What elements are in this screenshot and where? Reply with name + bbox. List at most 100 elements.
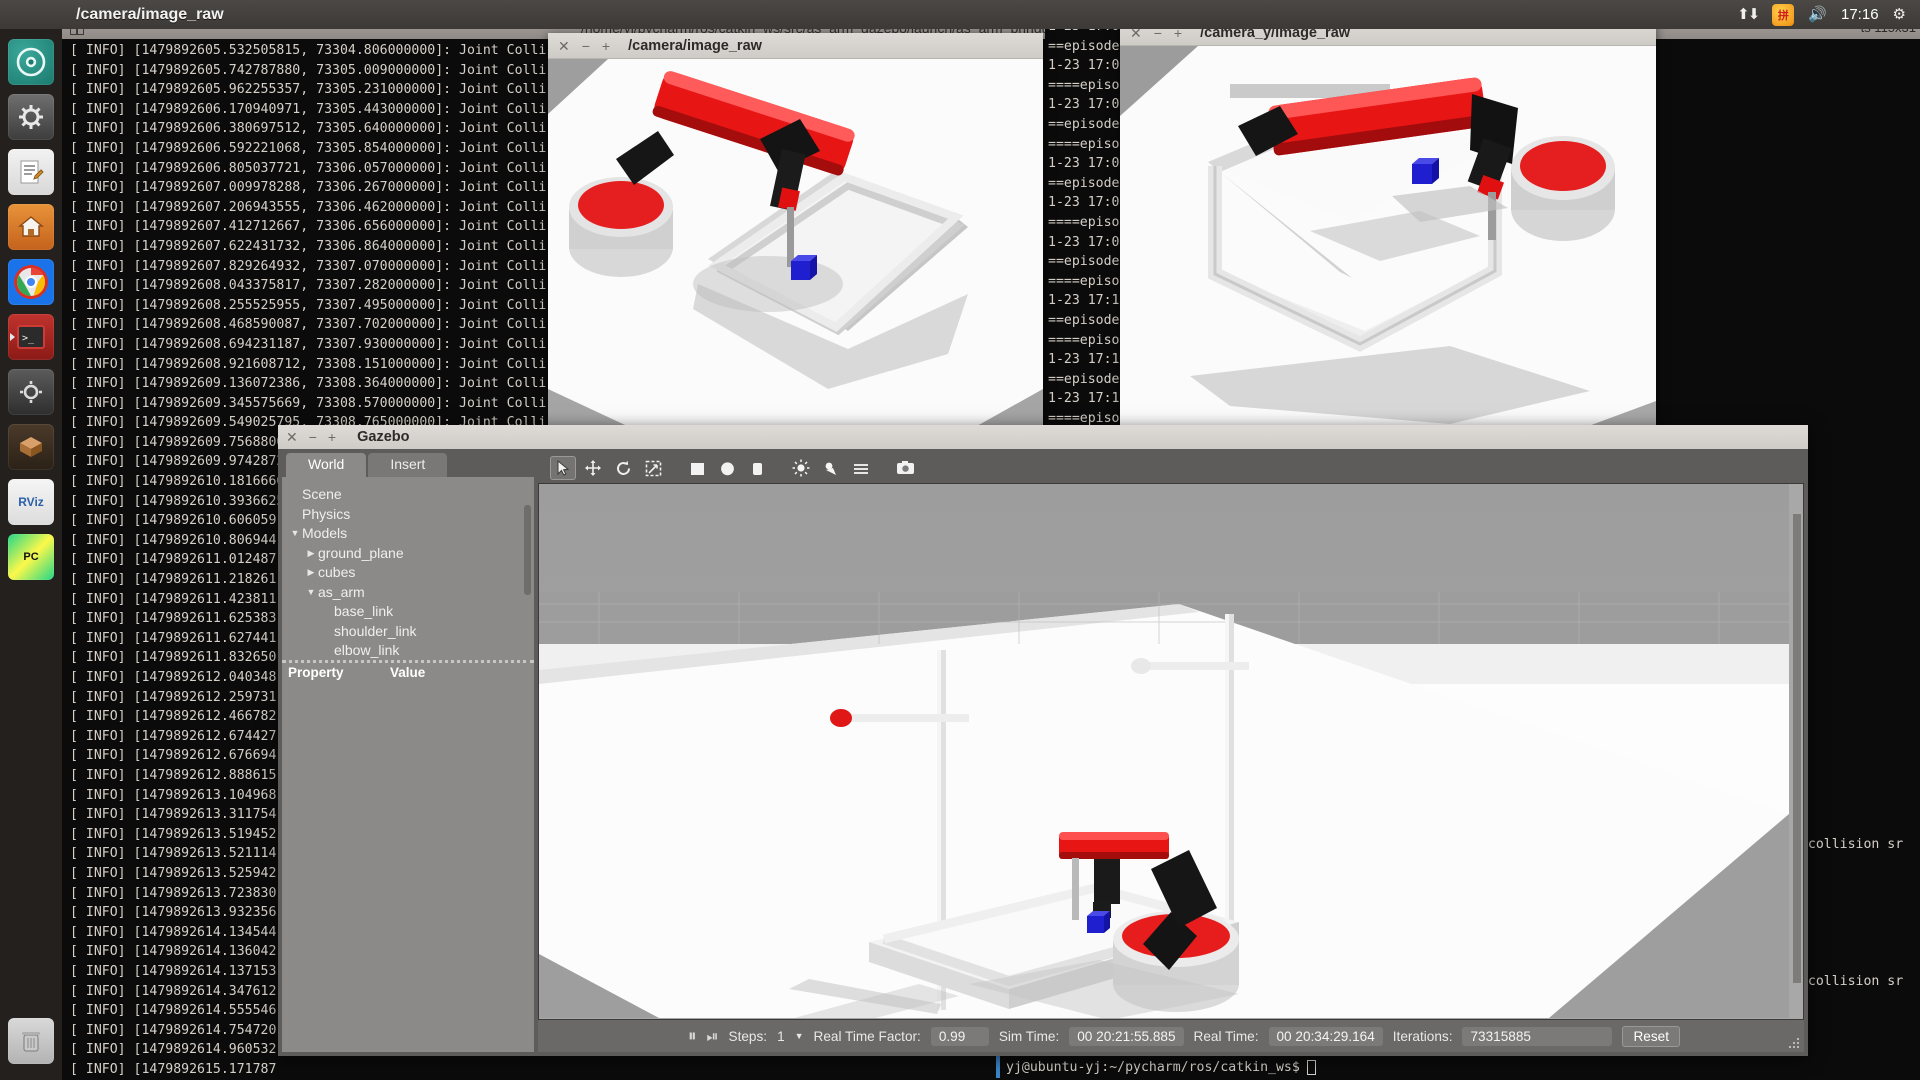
tree-scrollbar[interactable]: [524, 505, 531, 595]
files-icon[interactable]: [8, 204, 54, 250]
translate-mode-icon[interactable]: [580, 456, 606, 480]
unity-top-panel[interactable]: /camera/image_raw ⬆⬇ 拼 🔊 17:16 ⚙: [0, 0, 1920, 29]
tree-item-label: Models: [302, 525, 348, 541]
maximize-icon[interactable]: +: [602, 39, 610, 53]
sim-time-value: 00 20:21:55.885: [1069, 1026, 1184, 1046]
system-settings-icon[interactable]: [8, 94, 54, 140]
gazebo-window[interactable]: ✕ − + Gazebo World Insert Scene Physics ▼ M…: [278, 425, 1808, 1056]
steps-label: Steps:: [728, 1028, 768, 1044]
real-time-label: Real Time:: [1193, 1028, 1259, 1044]
tree-item-label: elbow_link: [334, 642, 400, 658]
tree-item-label: cubes: [318, 564, 356, 580]
spot-light-icon[interactable]: [818, 456, 844, 480]
tree-item-shoulder_link[interactable]: shoulder_link: [282, 622, 534, 642]
collision-terminal-output: k_collision sr k_collision sr k_collisio…: [1792, 796, 1920, 1080]
system-tray[interactable]: ⬆⬇ 拼 🔊 17:16 ⚙: [1737, 3, 1920, 26]
trash-icon[interactable]: [8, 1018, 54, 1064]
rtf-label: Real Time Factor:: [813, 1028, 921, 1044]
directional-light-icon[interactable]: [848, 456, 874, 480]
tab-world[interactable]: World: [286, 453, 367, 477]
volume-icon[interactable]: 🔊: [1808, 7, 1827, 22]
tree-expander-icon[interactable]: ▶: [304, 563, 318, 583]
tree-item-Scene[interactable]: Scene: [282, 485, 534, 505]
tree-item-label: as_arm: [318, 583, 365, 600]
shell-prompt-window[interactable]: yj@ubuntu-yj:~/pycharm/ros/catkin_ws$: [990, 1054, 1790, 1080]
collision-line: k_collision sr: [1792, 974, 1904, 990]
rviz-icon[interactable]: RViz: [8, 479, 54, 525]
insert-sphere-icon[interactable]: [714, 456, 740, 480]
active-window-title: /camera/image_raw: [76, 5, 224, 23]
shell-prompt-text: yj@ubuntu-yj:~/pycharm/ros/catkin_ws$: [1006, 1059, 1300, 1075]
camera-image-canvas: [548, 59, 1043, 431]
pycharm-icon[interactable]: PC: [8, 534, 54, 580]
tree-item-label: ground_plane: [318, 544, 404, 561]
tree-item-as_arm[interactable]: ▼ as_arm: [282, 583, 534, 603]
close-icon[interactable]: ✕: [558, 39, 570, 53]
reset-button[interactable]: Reset: [1622, 1025, 1680, 1047]
prompt-accent-bar: [996, 1056, 1000, 1078]
gazebo-title: Gazebo: [357, 429, 410, 445]
ime-icon[interactable]: 拼: [1772, 3, 1795, 26]
camera-window-title: /camera/image_raw: [628, 37, 762, 54]
gazebo-world-tree[interactable]: Scene Physics ▼ Models ▶ ground_plane ▶ cubes ▼ a…: [282, 477, 534, 660]
terminal-icon[interactable]: >_: [8, 314, 54, 360]
tree-item-label: shoulder_link: [334, 622, 417, 639]
close-icon[interactable]: ✕: [286, 430, 298, 444]
camera-y-image-window[interactable]: ✕ − + /camera_y/image_raw: [1120, 20, 1656, 444]
virtualbox-icon[interactable]: [8, 424, 54, 470]
minimize-icon[interactable]: −: [582, 39, 590, 53]
steps-dropdown-icon[interactable]: ▼: [795, 1031, 804, 1041]
collision-line: k_collision sr: [1792, 836, 1904, 852]
property-table-body: [282, 682, 534, 1052]
tab-insert[interactable]: Insert: [368, 453, 448, 477]
insert-cylinder-icon[interactable]: [744, 456, 770, 480]
svg-text:>_: >_: [22, 333, 35, 344]
ubuntu-dash-icon[interactable]: [8, 39, 54, 85]
tree-item-base_link[interactable]: base_link: [282, 602, 534, 622]
steps-value[interactable]: 1: [777, 1029, 785, 1044]
network-updown-icon[interactable]: ⬆⬇: [1737, 7, 1760, 22]
tree-expander-icon[interactable]: ▶: [304, 544, 318, 564]
maximize-icon[interactable]: +: [328, 430, 336, 444]
gazebo-tabs[interactable]: World Insert: [282, 453, 534, 477]
resize-grip-icon[interactable]: [1788, 1037, 1800, 1049]
tree-item-cubes[interactable]: ▶ cubes: [282, 563, 534, 583]
chrome-icon[interactable]: [8, 259, 54, 305]
clock[interactable]: 17:16: [1841, 6, 1879, 23]
text-editor-icon[interactable]: [8, 149, 54, 195]
gazebo-right-panel: ⏸ ⏯ Steps: 1 ▼ Real Time Factor: 0.99 Si…: [538, 453, 1804, 1052]
collision-terminal-window[interactable]: ts 115x31 k_collision sr k_collision sr …: [1790, 17, 1920, 1080]
tree-item-Physics[interactable]: Physics: [282, 505, 534, 525]
sim-time-label: Sim Time:: [998, 1028, 1060, 1044]
tree-item-ground_plane[interactable]: ▶ ground_plane: [282, 544, 534, 564]
screenshot-icon[interactable]: [892, 456, 918, 480]
camera-image-window[interactable]: ✕ − + /camera/image_raw: [548, 33, 1043, 431]
insert-box-icon[interactable]: [684, 456, 710, 480]
tree-item-Models[interactable]: ▼ Models: [282, 524, 534, 544]
camera-window-titlebar[interactable]: ✕ − + /camera/image_raw: [548, 33, 1043, 59]
real-time-value: 00 20:34:29.164: [1268, 1026, 1383, 1046]
rotate-mode-icon[interactable]: [610, 456, 636, 480]
tree-expander-icon[interactable]: ▼: [288, 524, 302, 544]
gazebo-status-bar: ⏸ ⏯ Steps: 1 ▼ Real Time Factor: 0.99 Si…: [538, 1020, 1804, 1052]
gazebo-3d-viewport[interactable]: [538, 483, 1804, 1020]
camera-y-image-canvas: [1120, 46, 1656, 444]
settings-alt-icon[interactable]: [8, 369, 54, 415]
point-light-icon[interactable]: [788, 456, 814, 480]
select-mode-icon[interactable]: [550, 456, 576, 480]
tree-expander-icon[interactable]: ▼: [304, 583, 318, 603]
gazebo-toolbar[interactable]: [538, 453, 1804, 483]
property-table-header: Property Value: [282, 660, 534, 682]
power-gear-icon[interactable]: ⚙: [1893, 7, 1906, 22]
minimize-icon[interactable]: −: [309, 430, 317, 444]
viewport-scrollbar[interactable]: [1793, 514, 1801, 983]
pause-icon[interactable]: ⏸: [688, 1026, 697, 1046]
tree-item-elbow_link[interactable]: elbow_link: [282, 641, 534, 660]
gazebo-titlebar[interactable]: ✕ − + Gazebo: [278, 425, 1808, 449]
unity-launcher[interactable]: >_ RViz PC: [0, 29, 62, 1080]
scale-mode-icon[interactable]: [640, 456, 666, 480]
tree-item-label: base_link: [334, 603, 394, 619]
step-forward-icon[interactable]: ⏯: [707, 1028, 719, 1045]
desktop-root: /home/yj/pycharm/ros/catkin_ws/src/as_ar…: [0, 0, 1920, 1080]
iterations-label: Iterations:: [1392, 1028, 1453, 1044]
